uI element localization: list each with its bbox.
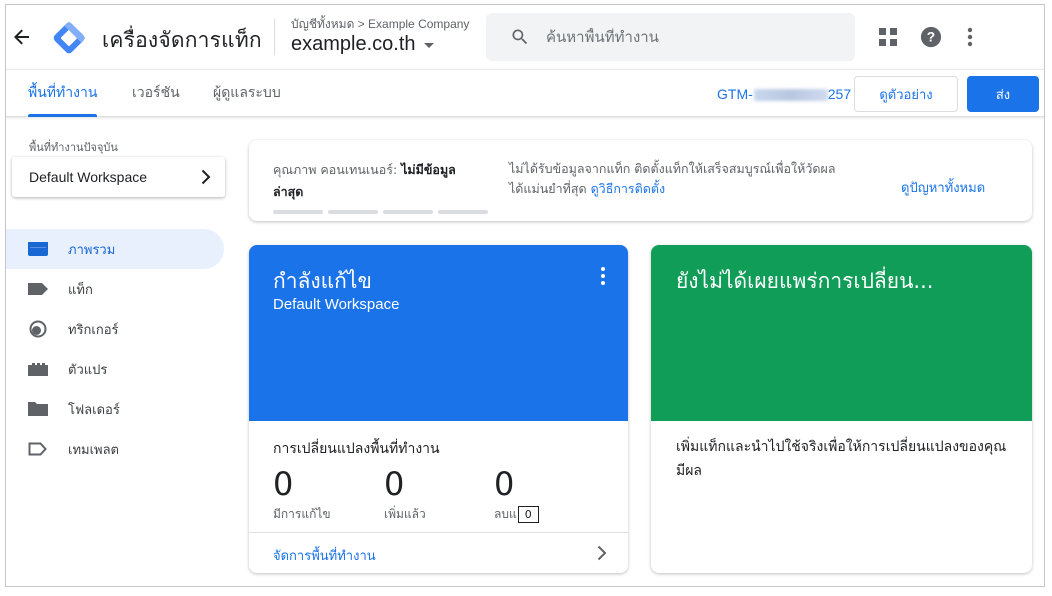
editing-heading: กำลังแก้ไข (273, 269, 372, 293)
quality-meter (273, 210, 488, 214)
sidebar-item-overview[interactable]: ภาพรวม (6, 229, 224, 269)
container-id-prefix: GTM- (717, 86, 753, 102)
view-all-issues-link[interactable]: ดูปัญหาทั้งหมด (901, 177, 985, 198)
unpublished-card-header: ยังไม่ได้เผยแพร่การเปลี่ยน... (651, 245, 1032, 421)
container-name: example.co.th (291, 33, 416, 55)
quality-message-text: ไม่ได้รับข้อมูลจากแท็ก ติดตั้งแท็กให้เสร… (509, 161, 836, 196)
editing-card-header: กำลังแก้ไข Default Workspace (249, 245, 628, 421)
stat-modified: 0 มีการแก้ไข (273, 465, 373, 524)
stat-label: เพิ่มแล้ว (384, 507, 426, 521)
sidebar-item-tags[interactable]: แท็ก (6, 269, 224, 309)
sidebar-item-templates[interactable]: เทมเพลต (6, 429, 224, 469)
app-window: เครื่องจัดการแท็ก บัญชีทั้งหมด > Example… (5, 4, 1045, 587)
workspace-changes-title: การเปลี่ยนแปลงพื้นที่ทำงาน (273, 441, 440, 457)
more-vertical-icon[interactable] (958, 25, 982, 49)
stat-value: 0 (273, 465, 294, 503)
editing-workspace-card: กำลังแก้ไข Default Workspace การเปลี่ยนแ… (249, 245, 628, 573)
unpublished-heading: ยังไม่ได้เผยแพร่การเปลี่ยน... (676, 269, 934, 293)
preview-button[interactable]: ดูตัวอย่าง (854, 76, 958, 112)
app-title: เครื่องจัดการแท็ก (102, 28, 262, 52)
search-icon (512, 29, 528, 45)
submit-button[interactable]: ส่ง (967, 76, 1039, 112)
workspace-nav-bar: พื้นที่ทำงาน เวอร์ชัน ผู้ดูแลระบบ GTM- 25… (6, 69, 1044, 117)
more-vertical-icon[interactable] (594, 265, 612, 287)
tag-icon (28, 283, 48, 295)
variable-icon (28, 363, 48, 376)
stat-label: มีการแก้ไข (273, 507, 331, 521)
workspace-selector[interactable]: Default Workspace (12, 157, 225, 197)
sidebar-item-label: ตัวแปร (68, 362, 108, 378)
template-icon (28, 442, 47, 456)
stat-value: 0 (494, 465, 515, 503)
tab-versions[interactable]: เวอร์ชัน (132, 70, 180, 116)
quality-message: ไม่ได้รับข้อมูลจากแท็ก ติดตั้งแท็กให้เสร… (509, 159, 849, 199)
tag-manager-logo-icon (52, 21, 86, 55)
quality-title: คุณภาพ คอนเทนเนอร์: ไม่มีข้อมูลล่าสุด (273, 159, 473, 203)
container-quality-card: คุณภาพ คอนเทนเนอร์: ไม่มีข้อมูลล่าสุด ไม… (249, 140, 1032, 221)
trigger-icon (29, 320, 47, 338)
unpublished-body: เพิ่มแท็กและนำไปใช้จริงเพื่อให้การเปลี่ย… (676, 439, 1007, 479)
install-guide-link[interactable]: ดูวิธีการติดตั้ง (591, 181, 666, 196)
stat-deleted: 0 ลบแ 0 (494, 465, 594, 524)
svg-text:?: ? (927, 30, 935, 45)
sidebar-item-label: แท็ก (68, 282, 93, 298)
header-divider (274, 19, 275, 55)
sidebar-item-triggers[interactable]: ทริกเกอร์ (6, 309, 224, 349)
search-input[interactable] (546, 28, 826, 46)
manage-workspaces-link[interactable]: จัดการพื้นที่ทำงาน (273, 545, 376, 566)
stat-added: 0 เพิ่มแล้ว (384, 465, 484, 524)
account-breadcrumb[interactable]: บัญชีทั้งหมด > Example Company (291, 15, 469, 34)
sidebar-item-label: ภาพรวม (68, 242, 116, 258)
stat-value: 0 (384, 465, 405, 503)
stat-label-row: ลบแ 0 (494, 505, 594, 524)
current-workspace-label: พื้นที่ทำงานปัจจุบัน (29, 141, 118, 154)
caret-down-icon (423, 43, 434, 48)
tab-workspace[interactable]: พื้นที่ทำงาน (28, 70, 98, 117)
container-id-redacted (753, 89, 828, 102)
editing-workspace-name: Default Workspace (273, 296, 400, 313)
tab-admin[interactable]: ผู้ดูแลระบบ (213, 70, 281, 116)
container-selector[interactable]: example.co.th (291, 33, 434, 56)
overview-icon (28, 242, 48, 256)
back-arrow-icon[interactable] (10, 25, 34, 49)
unpublished-changes-card: ยังไม่ได้เผยแพร่การเปลี่ยน... เพิ่มแท็กแ… (651, 245, 1032, 573)
workspace-search[interactable] (486, 13, 855, 61)
sidebar-item-label: เทมเพลต (68, 442, 120, 458)
manage-workspaces-row[interactable]: จัดการพื้นที่ทำงาน (249, 532, 628, 573)
chevron-right-icon (597, 545, 607, 561)
sidebar-item-label: โฟลเดอร์ (68, 402, 120, 418)
stat-label: ลบแ (494, 507, 517, 521)
sidebar-item-variables[interactable]: ตัวแปร (6, 349, 224, 389)
apps-grid-icon[interactable] (876, 25, 900, 49)
chevron-right-icon (201, 169, 211, 185)
container-id-tail: 257 (827, 86, 852, 102)
quality-label: คุณภาพ คอนเทนเนอร์: (273, 162, 402, 177)
stat-tooltip: 0 (517, 506, 539, 523)
folder-icon (28, 402, 48, 416)
workspace-name: Default Workspace (29, 169, 148, 185)
top-app-bar: เครื่องจัดการแท็ก บัญชีทั้งหมด > Example… (6, 5, 1044, 69)
container-id[interactable]: GTM- 257 (717, 86, 851, 102)
sidebar-item-label: ทริกเกอร์ (68, 322, 119, 338)
help-icon[interactable]: ? (919, 25, 943, 49)
sidebar-item-folders[interactable]: โฟลเดอร์ (6, 389, 224, 429)
